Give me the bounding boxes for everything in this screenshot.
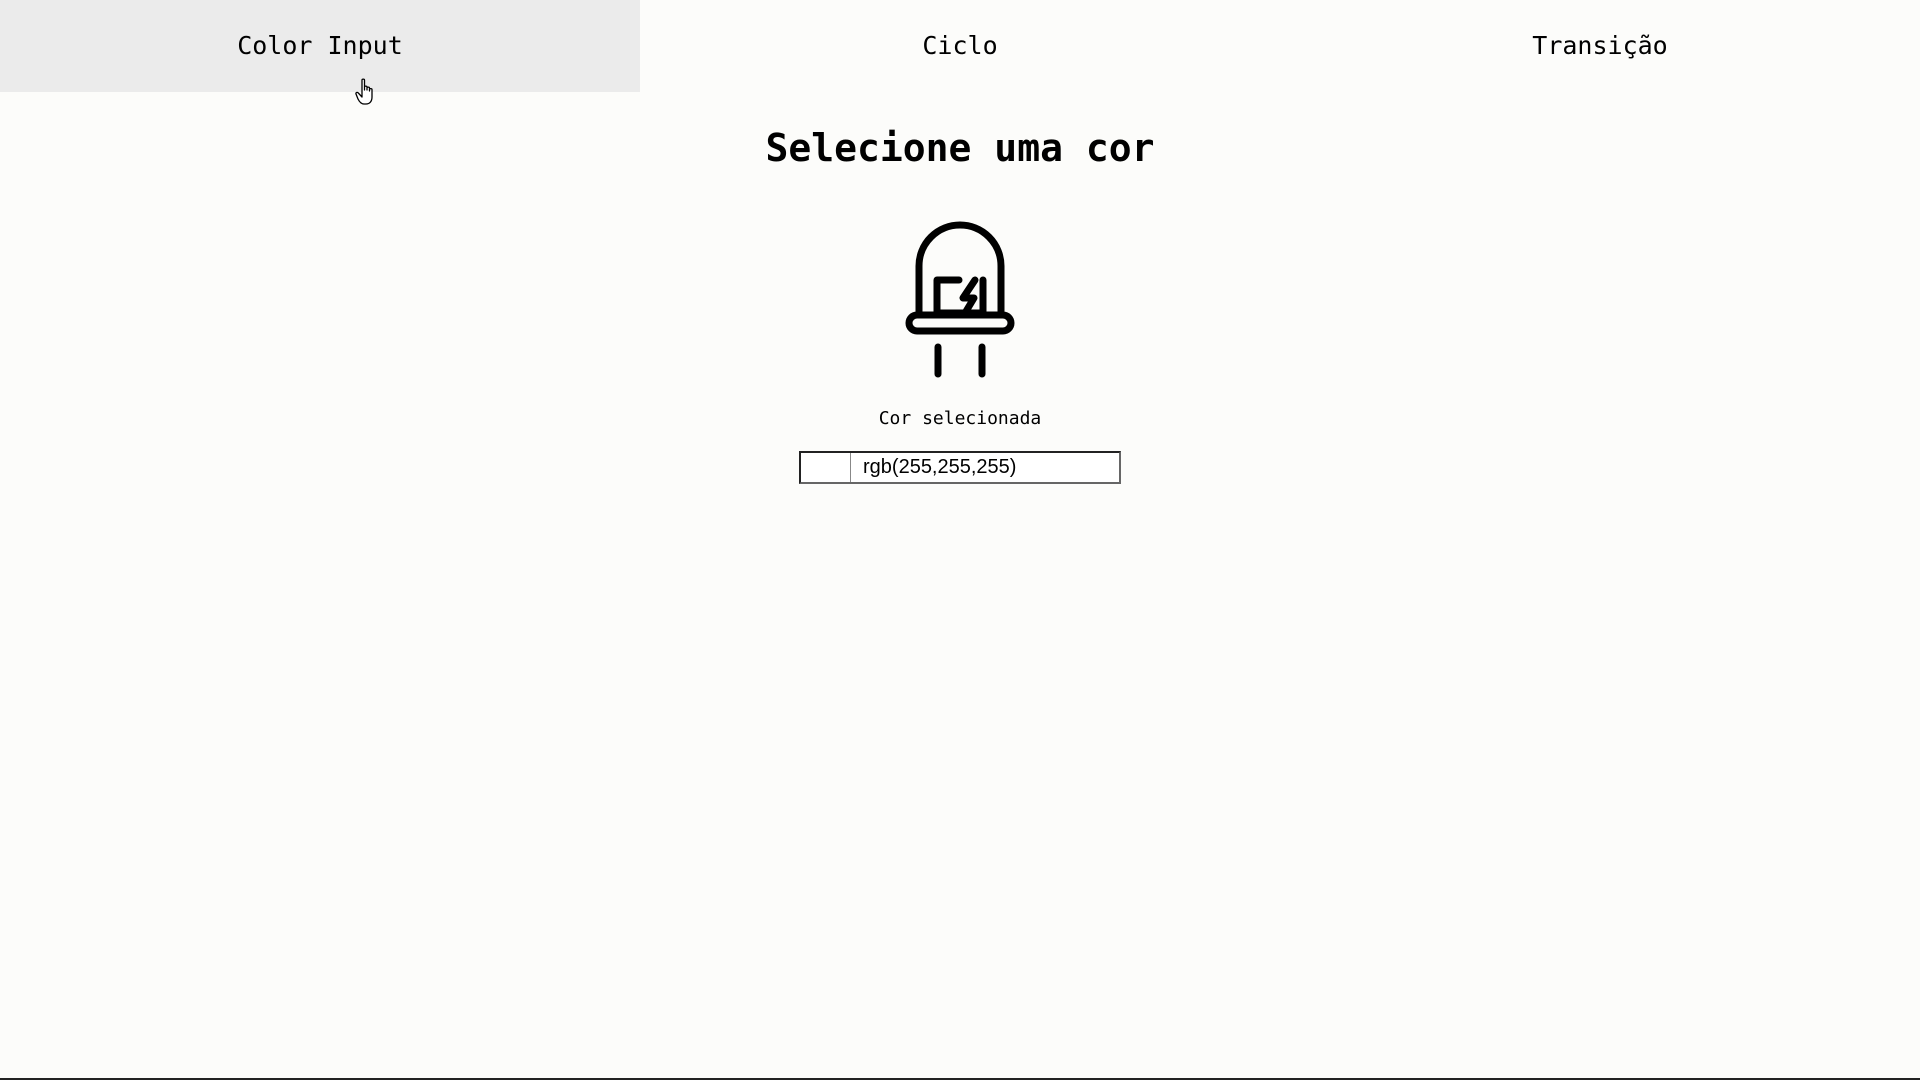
- color-swatch[interactable]: [801, 453, 851, 482]
- tab-color-input[interactable]: Color Input: [0, 0, 640, 92]
- top-nav: Color Input Ciclo Transição: [0, 0, 1920, 92]
- tab-transicao[interactable]: Transição: [1280, 0, 1920, 92]
- tab-ciclo[interactable]: Ciclo: [640, 0, 1280, 92]
- tab-label: Color Input: [237, 30, 403, 60]
- hand-cursor-icon: [355, 78, 377, 110]
- color-input[interactable]: rgb(255,255,255): [799, 451, 1121, 484]
- tab-label: Transição: [1532, 30, 1668, 60]
- tab-label: Ciclo: [922, 30, 998, 60]
- led-icon: [905, 220, 1015, 382]
- color-value: rgb(255,255,255): [863, 456, 1017, 478]
- main-content: Selecione uma cor Cor selecionada rgb(25…: [0, 92, 1920, 484]
- page-title: Selecione uma cor: [765, 126, 1155, 170]
- selected-color-label: Cor selecionada: [878, 408, 1042, 429]
